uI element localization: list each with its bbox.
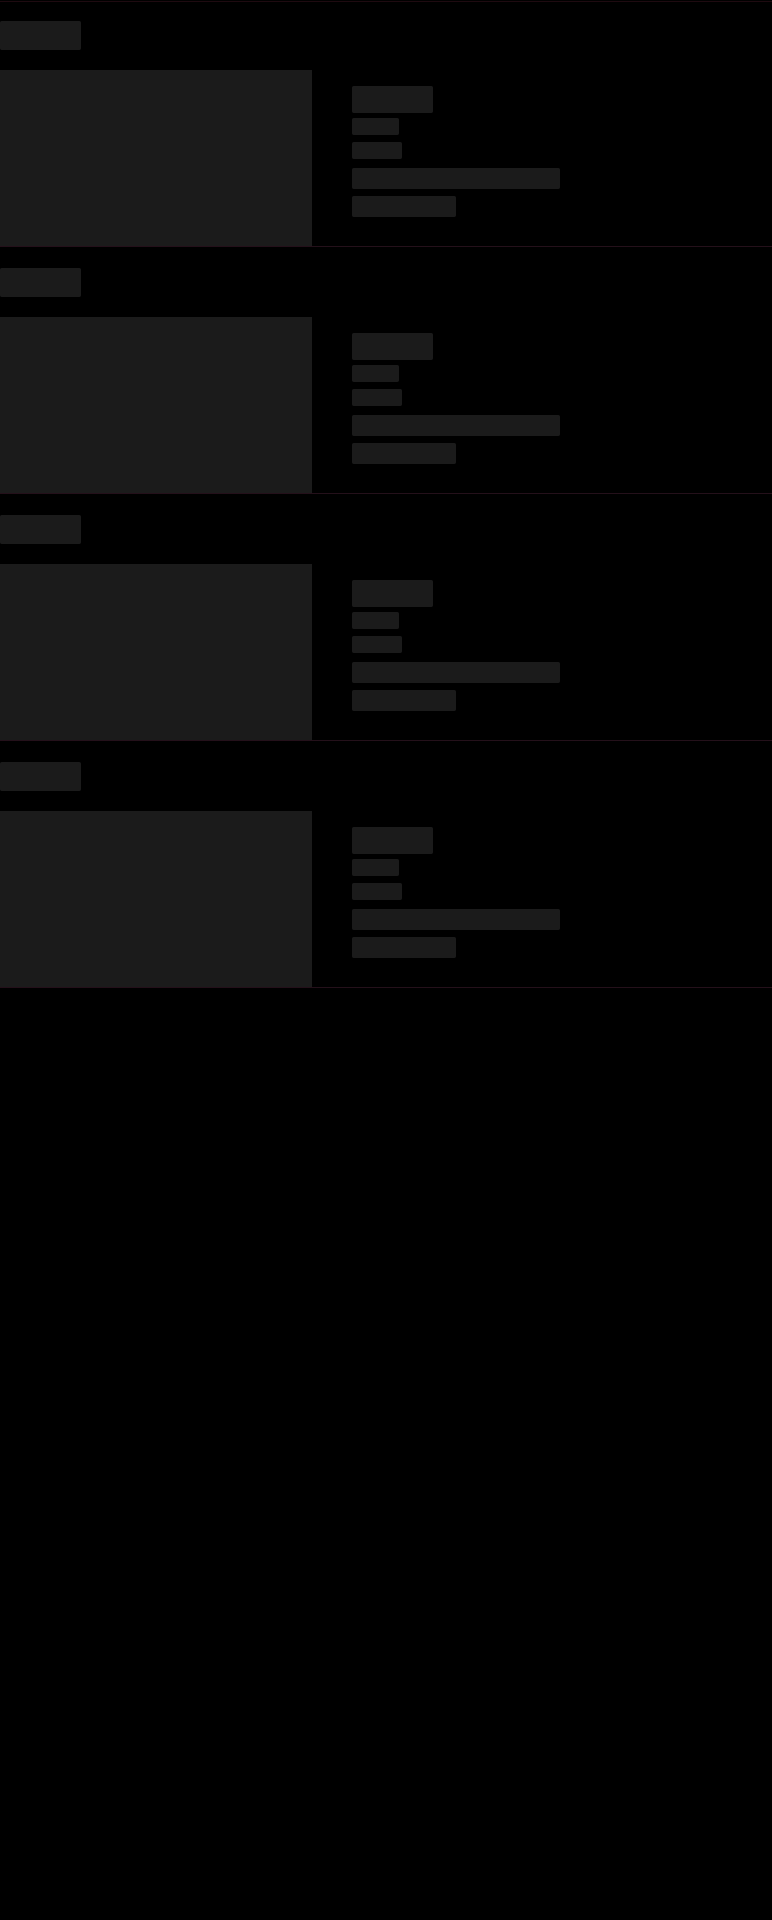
action-placeholder [352, 937, 456, 958]
image-placeholder [0, 811, 312, 988]
title-placeholder [352, 580, 433, 607]
title-placeholder [352, 827, 433, 854]
meta-placeholder [352, 142, 402, 159]
meta-placeholder [352, 612, 399, 629]
action-placeholder [352, 690, 456, 711]
heading-placeholder [0, 268, 81, 297]
title-placeholder [352, 86, 433, 113]
skeleton-card [0, 247, 772, 494]
meta-placeholder [352, 636, 402, 653]
image-placeholder [0, 317, 312, 494]
title-placeholder [352, 333, 433, 360]
skeleton-card [0, 0, 772, 247]
meta-placeholder [352, 389, 402, 406]
image-placeholder [0, 70, 312, 247]
skeleton-card [0, 494, 772, 741]
meta-placeholder [352, 859, 399, 876]
heading-placeholder [0, 21, 81, 50]
image-placeholder [0, 564, 312, 741]
meta-placeholder [352, 883, 402, 900]
description-placeholder [352, 415, 560, 436]
loading-page [0, 0, 772, 1920]
meta-placeholder [352, 118, 399, 135]
heading-placeholder [0, 515, 81, 544]
action-placeholder [352, 196, 456, 217]
description-placeholder [352, 168, 560, 189]
meta-placeholder [352, 365, 399, 382]
action-placeholder [352, 443, 456, 464]
description-placeholder [352, 662, 560, 683]
skeleton-card [0, 741, 772, 988]
heading-placeholder [0, 762, 81, 791]
description-placeholder [352, 909, 560, 930]
card-divider [0, 987, 772, 988]
